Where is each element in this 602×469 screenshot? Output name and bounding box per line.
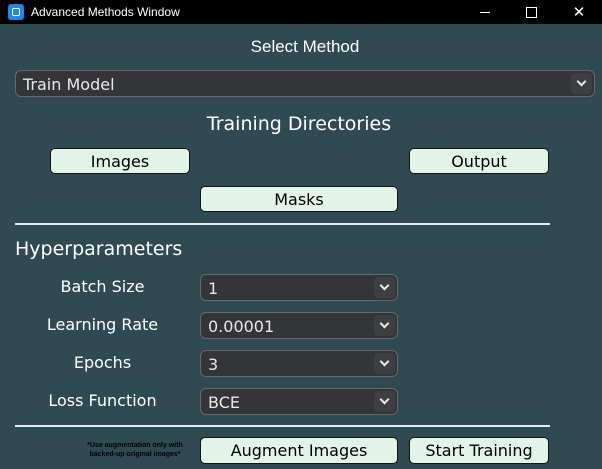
training-directories-heading: Training Directories xyxy=(206,113,392,135)
masks-button[interactable]: Masks xyxy=(200,186,398,212)
app-icon xyxy=(8,4,24,20)
chevron-down-icon[interactable] xyxy=(571,73,592,94)
close-icon: ✕ xyxy=(572,3,586,21)
images-button[interactable]: Images xyxy=(50,148,190,174)
output-button[interactable]: Output xyxy=(409,148,549,174)
loss-function-label: Loss Function xyxy=(48,391,157,410)
augment-images-button[interactable]: Augment Images xyxy=(200,437,398,464)
method-select-value: Train Model xyxy=(23,75,115,94)
title-bar: Advanced Methods Window ✕ xyxy=(0,0,602,24)
chevron-down-icon[interactable] xyxy=(374,277,395,298)
chevron-down-icon[interactable] xyxy=(374,391,395,412)
learning-rate-value: 0.00001 xyxy=(208,317,275,336)
chevron-down-icon[interactable] xyxy=(374,315,395,336)
learning-rate-select[interactable]: 0.00001 xyxy=(200,312,398,339)
divider xyxy=(15,425,550,427)
method-select[interactable]: Train Model xyxy=(15,70,595,97)
minimize-icon xyxy=(480,11,490,13)
maximize-icon xyxy=(525,6,537,18)
batch-size-value: 1 xyxy=(208,279,219,298)
window-title: Advanced Methods Window xyxy=(31,5,180,19)
select-method-heading: Select Method xyxy=(250,37,360,56)
epochs-select[interactable]: 3 xyxy=(200,350,398,377)
augmentation-note-line2: backed-up original images* xyxy=(89,451,181,458)
close-button[interactable]: ✕ xyxy=(556,0,602,24)
epochs-value: 3 xyxy=(208,355,219,374)
divider xyxy=(15,223,550,225)
minimize-button[interactable] xyxy=(462,0,508,24)
hyperparameters-heading: Hyperparameters xyxy=(15,238,183,260)
epochs-label: Epochs xyxy=(73,353,132,372)
start-training-button[interactable]: Start Training xyxy=(409,437,549,464)
batch-size-select[interactable]: 1 xyxy=(200,274,398,301)
maximize-button[interactable] xyxy=(508,0,554,24)
augmentation-note-line1: *Use augmentation only with xyxy=(87,442,183,449)
augmentation-note: *Use augmentation only with backed-up or… xyxy=(70,441,200,459)
loss-function-value: BCE xyxy=(208,393,240,412)
chevron-down-icon[interactable] xyxy=(374,353,395,374)
learning-rate-label: Learning Rate xyxy=(46,315,159,334)
loss-function-select[interactable]: BCE xyxy=(200,388,398,415)
batch-size-label: Batch Size xyxy=(60,277,145,296)
